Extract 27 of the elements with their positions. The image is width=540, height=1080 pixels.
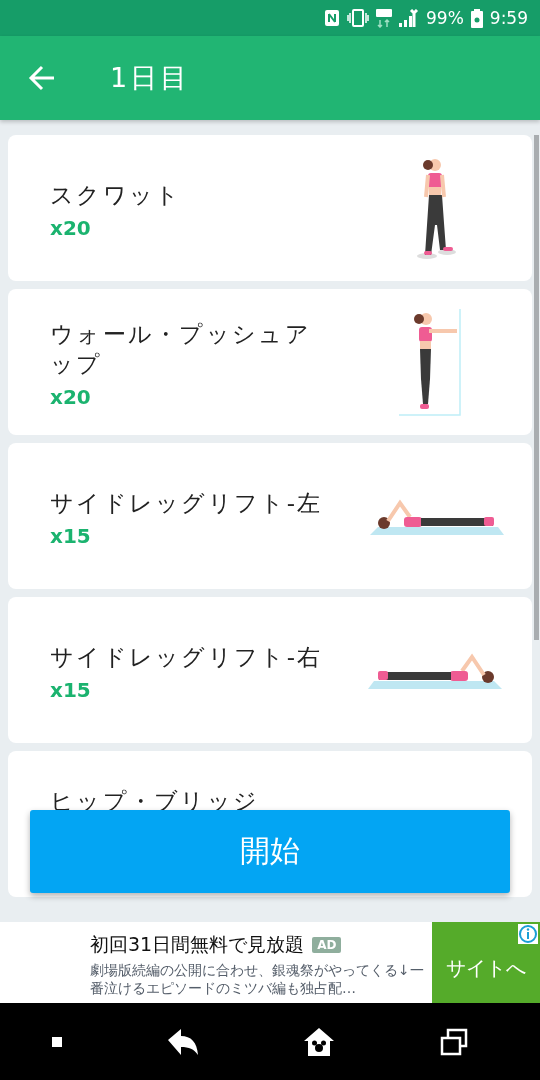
rep-count: x15 — [50, 524, 92, 548]
exercise-name: サイドレッグリフト-右 — [50, 643, 324, 672]
vibrate-icon — [347, 9, 369, 27]
exercise-name: ウォール・プッシュアップ — [50, 320, 312, 379]
rep-count: x20 — [50, 385, 92, 409]
clock-time: 9:59 — [489, 9, 528, 27]
start-button[interactable]: 開始 — [30, 810, 510, 893]
recent-apps-icon[interactable] — [439, 1027, 468, 1056]
exercise-name: サイドレッグリフト-左 — [50, 489, 324, 518]
home-icon[interactable] — [303, 1026, 336, 1057]
battery-icon — [470, 8, 483, 28]
ad-title: 初回31日間無料で見放題 — [90, 932, 305, 957]
ad-badge: AD — [312, 937, 342, 953]
info-icon[interactable] — [518, 924, 538, 944]
square-icon[interactable] — [52, 1036, 63, 1047]
back-button[interactable] — [28, 64, 56, 92]
mobile-data-icon — [376, 8, 392, 28]
ad-description: 劇場版続編の公開に合わせ、銀魂祭がやってくる↓一番泣けるエピソードのミツバ編も独占配… — [90, 961, 425, 997]
rep-count: x20 — [50, 216, 92, 240]
nfc-icon — [324, 9, 340, 27]
ad-link-button[interactable]: サイトへ — [432, 922, 540, 1003]
rep-count: x15 — [50, 678, 92, 702]
screen-title: 1日目 — [110, 61, 191, 95]
battery-percent: 99% — [426, 9, 464, 27]
back-icon[interactable] — [166, 1027, 199, 1056]
exercise-name: スクワット — [50, 181, 183, 210]
signal-icon — [399, 9, 419, 27]
